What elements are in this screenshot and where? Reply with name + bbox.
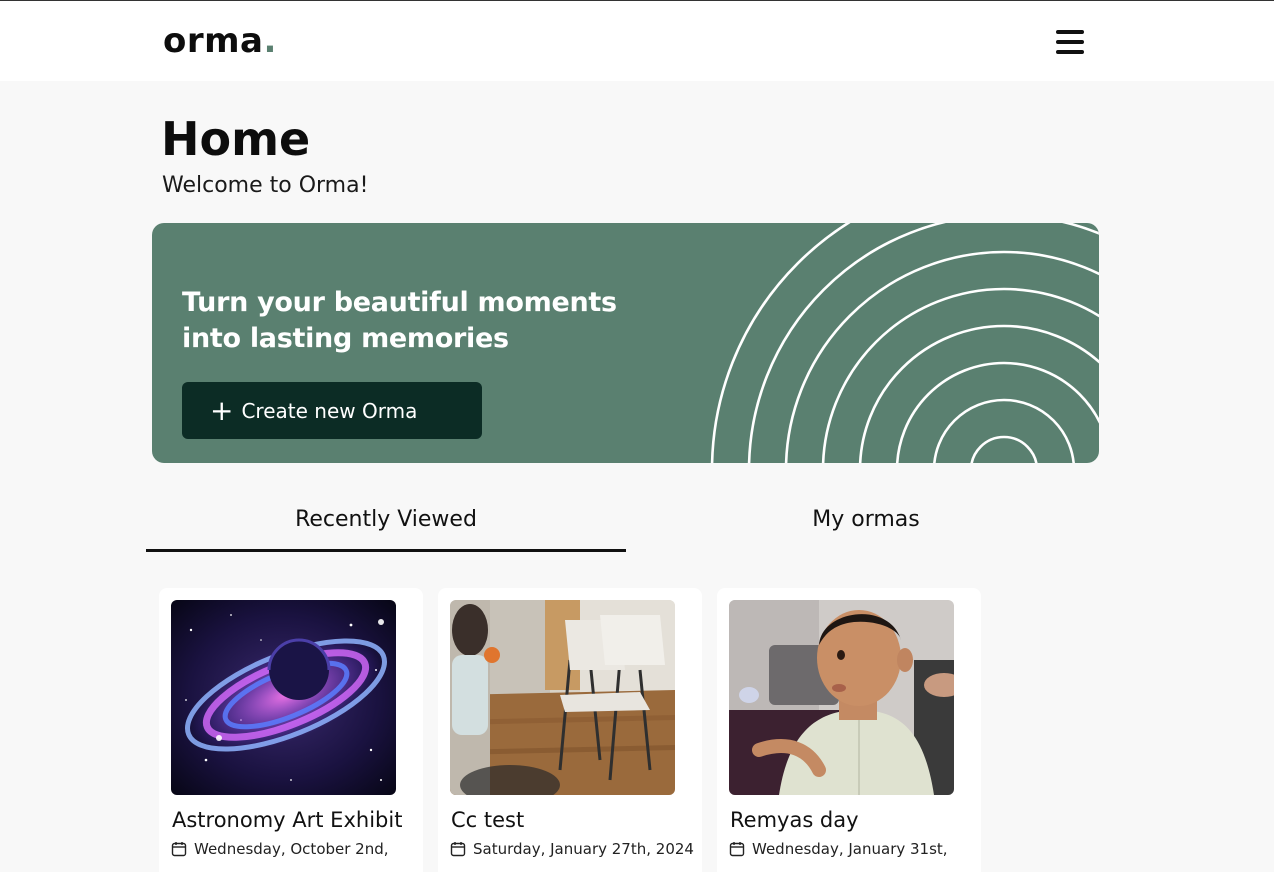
card-thumbnail-baby bbox=[729, 600, 954, 795]
orma-card[interactable]: Remyas day Wednesday, January 31st, bbox=[717, 588, 981, 872]
card-date-row: Saturday, January 27th, 2024 bbox=[450, 840, 694, 858]
create-button-label: Create new Orma bbox=[241, 398, 418, 423]
page-subtitle: Welcome to Orma! bbox=[162, 173, 369, 198]
decorative-arc bbox=[970, 435, 1038, 463]
decorative-arc bbox=[933, 398, 1075, 463]
orma-card[interactable]: Cc test Saturday, January 27th, 2024 bbox=[438, 588, 702, 872]
page-title: Home bbox=[161, 112, 311, 166]
tab-recently-viewed[interactable]: Recently Viewed bbox=[146, 495, 626, 553]
card-title: Remyas day bbox=[730, 808, 859, 832]
calendar-icon bbox=[450, 842, 466, 857]
calendar-icon bbox=[171, 842, 187, 857]
plus-icon: + bbox=[210, 393, 234, 427]
card-title: Astronomy Art Exhibit bbox=[172, 808, 403, 832]
card-date: Saturday, January 27th, 2024 bbox=[473, 840, 694, 858]
tab-my-ormas[interactable]: My ormas bbox=[626, 495, 1106, 553]
card-thumbnail-room bbox=[450, 600, 675, 795]
calendar-icon bbox=[729, 842, 745, 857]
card-date: Wednesday, October 2nd, bbox=[194, 840, 389, 858]
orma-tabs: Recently Viewed My ormas bbox=[146, 495, 1106, 553]
decorative-arc bbox=[858, 324, 1099, 463]
active-tab-indicator bbox=[146, 549, 626, 552]
decorative-arc bbox=[784, 250, 1099, 463]
orma-logo[interactable]: orma. bbox=[163, 21, 277, 61]
card-date: Wednesday, January 31st, bbox=[752, 840, 948, 858]
decorative-arc bbox=[895, 361, 1099, 463]
hamburger-icon[interactable] bbox=[1053, 25, 1087, 59]
card-thumbnail-galaxy bbox=[171, 600, 396, 795]
hero-banner: Turn your beautiful moments into lasting… bbox=[152, 223, 1099, 463]
logo-dot: . bbox=[263, 21, 277, 61]
orma-card[interactable]: Astronomy Art Exhibit Wednesday, October… bbox=[159, 588, 423, 872]
card-date-row: Wednesday, January 31st, bbox=[729, 840, 948, 858]
card-title: Cc test bbox=[451, 808, 525, 832]
top-navbar: orma. bbox=[0, 0, 1274, 81]
card-date-row: Wednesday, October 2nd, bbox=[171, 840, 389, 858]
create-new-orma-button[interactable]: + Create new Orma bbox=[182, 382, 482, 439]
hero-headline: Turn your beautiful moments into lasting… bbox=[182, 287, 617, 354]
